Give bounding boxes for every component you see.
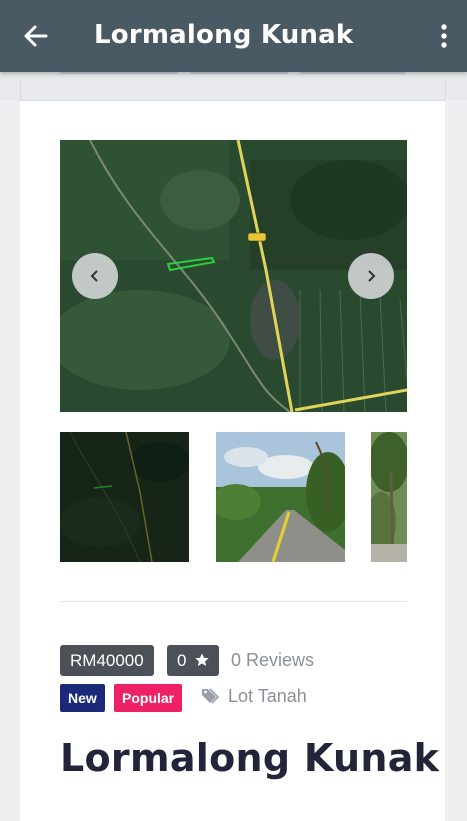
chevron-left-icon	[90, 270, 98, 282]
rating-value: 0	[177, 651, 187, 670]
gallery-prev-button[interactable]	[72, 253, 118, 299]
app-bar: Lormalong Kunak	[0, 0, 467, 72]
gallery-next-button[interactable]	[348, 253, 394, 299]
price-badge: RM40000	[60, 645, 154, 676]
section-divider	[60, 601, 407, 602]
rural-road-photo-thumbnail[interactable]	[216, 432, 345, 562]
card-border-left	[20, 80, 21, 100]
app-bar-title: Lormalong Kunak	[94, 20, 354, 50]
reviews-link[interactable]: 0 Reviews	[231, 650, 314, 671]
popular-badge: Popular	[114, 684, 183, 712]
listing-title: Lormalong Kunak	[60, 736, 440, 780]
star-icon	[195, 653, 209, 666]
palm-trees-photo-thumbnail[interactable]	[371, 432, 407, 562]
previous-tab-indicator	[300, 72, 405, 74]
previous-tab-indicator	[190, 72, 288, 74]
new-badge: New	[60, 684, 105, 712]
satellite-map-thumbnail[interactable]	[60, 432, 189, 562]
more-vertical-icon[interactable]	[439, 22, 449, 50]
card-border-right	[445, 80, 446, 100]
tags-icon	[202, 688, 220, 704]
category-link[interactable]: Lot Tanah	[228, 686, 307, 707]
rating-badge: 0	[167, 645, 219, 676]
chevron-right-icon	[368, 270, 376, 282]
previous-card-strip	[0, 72, 467, 100]
arrow-left-icon[interactable]	[22, 22, 50, 50]
previous-tab-indicator	[60, 72, 178, 74]
